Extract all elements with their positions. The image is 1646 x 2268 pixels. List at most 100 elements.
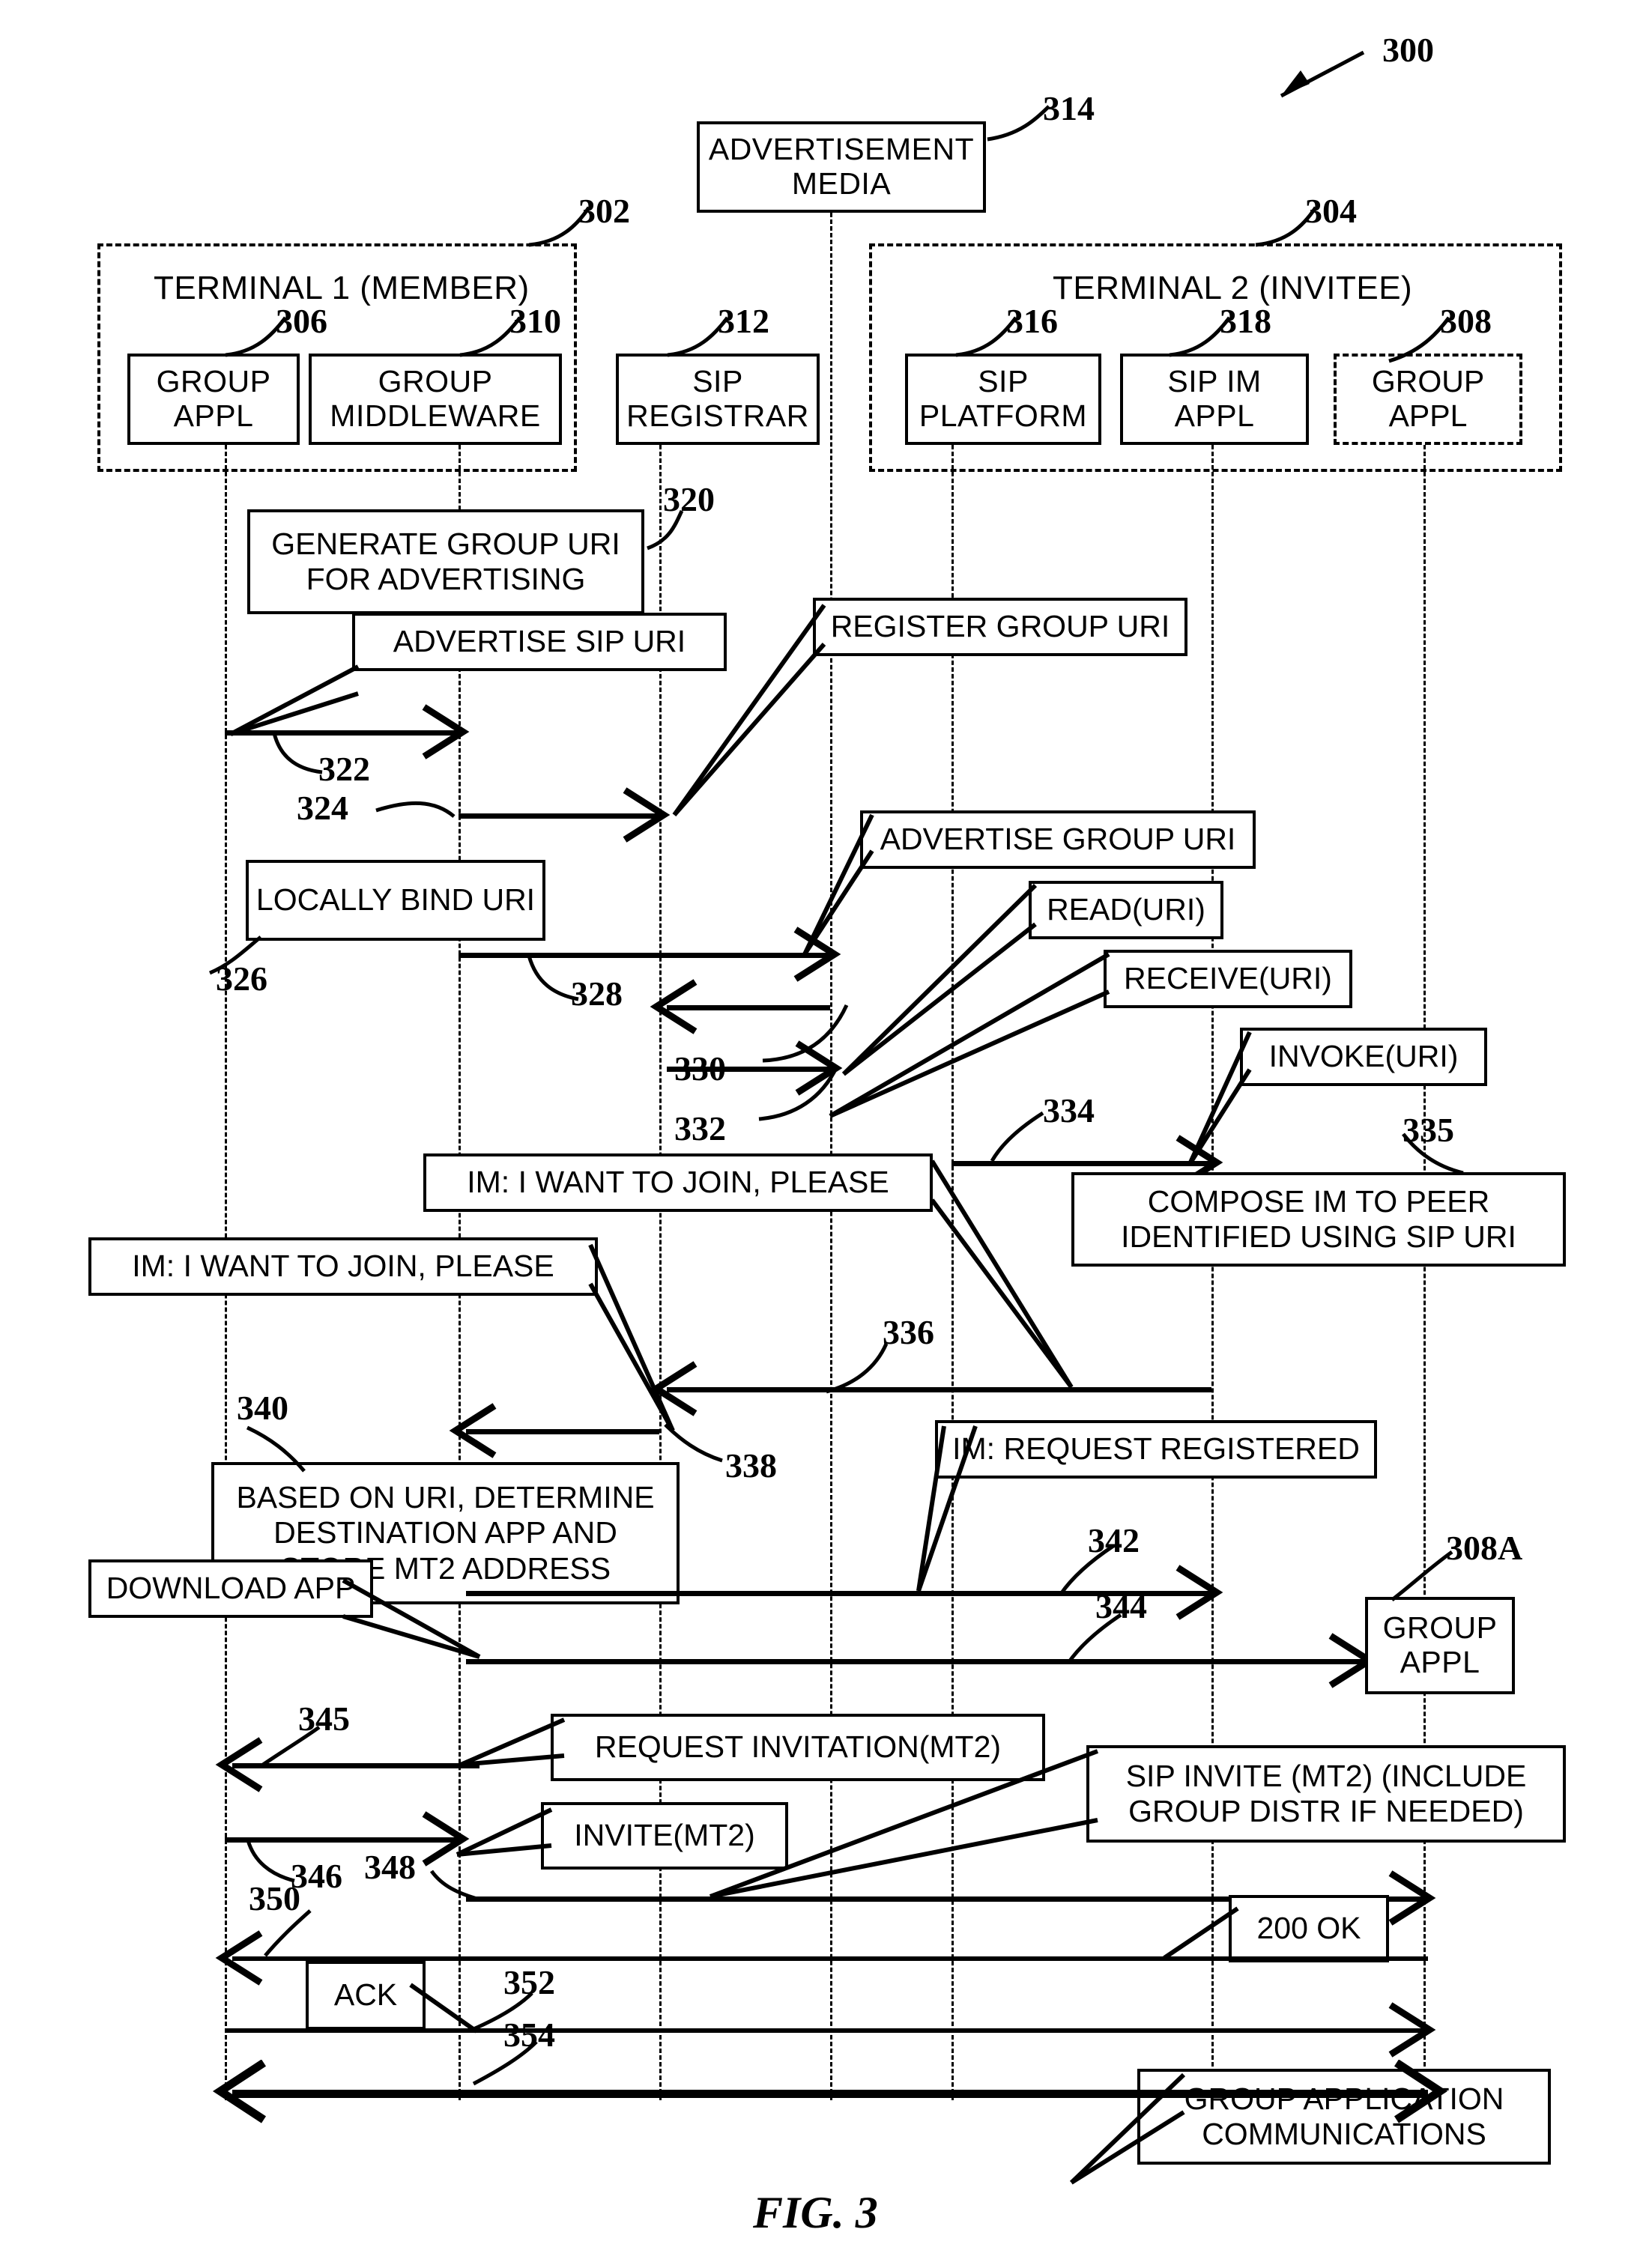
note-340-line2: DESTINATION APP AND bbox=[273, 1515, 617, 1550]
advertise-group-uri-label: ADVERTISE GROUP URI bbox=[880, 822, 1236, 857]
ref-306: 306 bbox=[276, 302, 327, 340]
lifeline-head-group-appl-306: GROUP APPL bbox=[127, 354, 300, 445]
ok-200-label: 200 OK bbox=[1256, 1911, 1361, 1946]
register-group-uri-label: REGISTER GROUP URI bbox=[830, 609, 1170, 644]
ack-label: ACK bbox=[333, 1977, 398, 2013]
ref-302: 302 bbox=[578, 192, 630, 230]
arrow-352-head bbox=[1388, 2002, 1436, 2058]
arrow-336-line bbox=[667, 1387, 1211, 1392]
arrow-338-head bbox=[449, 1403, 497, 1458]
group-appl-308-line1: GROUP bbox=[1371, 364, 1485, 399]
arrow-328-line bbox=[459, 953, 830, 958]
invoke-uri-label: INVOKE(URI) bbox=[1268, 1039, 1459, 1074]
lead-line-348 bbox=[429, 1870, 480, 1902]
ref-310: 310 bbox=[509, 302, 561, 340]
ref-316: 316 bbox=[1006, 302, 1058, 340]
leader-336 bbox=[930, 1159, 1074, 1389]
ref-352: 352 bbox=[503, 1963, 555, 2001]
lifeline-head-group-appl-308: GROUP APPL bbox=[1334, 354, 1522, 445]
lead-line-340 bbox=[246, 1425, 306, 1473]
sip-im-appl-line2: APPL bbox=[1174, 398, 1255, 433]
callout-im-join-2: IM: I WANT TO JOIN, PLEASE bbox=[88, 1237, 598, 1296]
group-appl-306-line2: APPL bbox=[173, 398, 254, 433]
ref-350: 350 bbox=[249, 1879, 300, 1917]
ref-322: 322 bbox=[318, 750, 370, 788]
ref-324: 324 bbox=[297, 789, 348, 827]
ref-328: 328 bbox=[571, 974, 623, 1013]
sip-platform-line2: PLATFORM bbox=[919, 398, 1088, 433]
leader-350 bbox=[1163, 1906, 1239, 1960]
ref-308: 308 bbox=[1440, 302, 1492, 340]
ref-342: 342 bbox=[1088, 1521, 1140, 1559]
lifeline-308 bbox=[1423, 445, 1426, 2100]
callout-read-uri: READ(URI) bbox=[1029, 881, 1223, 939]
im-request-registered-label: IM: REQUEST REGISTERED bbox=[952, 1431, 1360, 1467]
leader-345 bbox=[459, 1717, 566, 1767]
im-join-1-label: IM: I WANT TO JOIN, PLEASE bbox=[467, 1165, 889, 1200]
ref-344: 344 bbox=[1095, 1587, 1147, 1625]
ref-334: 334 bbox=[1043, 1091, 1095, 1130]
sip-platform-line1: SIP bbox=[978, 364, 1029, 399]
arrow-344-line bbox=[466, 1659, 1365, 1664]
advertisement-media-box: ADVERTISEMENT MEDIA bbox=[697, 121, 986, 213]
group-appl-308a-line1: GROUP bbox=[1382, 1610, 1498, 1646]
leader-344 bbox=[342, 1578, 481, 1659]
callout-200-ok: 200 OK bbox=[1229, 1895, 1389, 1962]
ref-336: 336 bbox=[883, 1313, 934, 1351]
arrow-342-head bbox=[1176, 1565, 1223, 1620]
ref-304: 304 bbox=[1305, 192, 1357, 230]
ref-335: 335 bbox=[1403, 1111, 1454, 1149]
group-middleware-line1: GROUP bbox=[378, 364, 493, 399]
sip-im-appl-line1: SIP IM bbox=[1167, 364, 1262, 399]
group-appl-308-line2: APPL bbox=[1388, 398, 1468, 433]
leader-348 bbox=[709, 1749, 1099, 1899]
leader-354 bbox=[1069, 2073, 1186, 2185]
figure-canvas: 300 ADVERTISEMENT MEDIA 314 TERMINAL 1 (… bbox=[0, 0, 1646, 2268]
ref-318: 318 bbox=[1220, 302, 1271, 340]
arrow-324-head bbox=[623, 787, 671, 843]
note-326-line1: LOCALLY BIND URI bbox=[255, 882, 536, 918]
leader-338 bbox=[588, 1243, 675, 1432]
ref-320: 320 bbox=[663, 480, 715, 518]
arrow-354-line bbox=[232, 2090, 1428, 2098]
read-uri-label: READ(URI) bbox=[1047, 892, 1205, 927]
arrow-348-head bbox=[1388, 1870, 1436, 1926]
lifeline-head-sip-registrar-312: SIP REGISTRAR bbox=[616, 354, 820, 445]
arrow-346-head bbox=[422, 1811, 470, 1867]
callout-im-request-registered: IM: REQUEST REGISTERED bbox=[935, 1420, 1377, 1479]
sip-registrar-line2: REGISTRAR bbox=[626, 398, 809, 433]
leader-342 bbox=[916, 1425, 978, 1592]
callout-sip-invite: SIP INVITE (MT2) (INCLUDE GROUP DISTR IF… bbox=[1086, 1745, 1566, 1843]
download-app-label: DOWNLOAD APP bbox=[106, 1571, 356, 1606]
note-335-line2: IDENTIFIED USING SIP URI bbox=[1121, 1219, 1516, 1254]
note-locally-bind-uri: LOCALLY BIND URI bbox=[246, 860, 545, 941]
arrow-352-line bbox=[225, 2028, 1423, 2033]
ref-308A: 308A bbox=[1446, 1529, 1523, 1567]
callout-advertise-group-uri: ADVERTISE GROUP URI bbox=[860, 810, 1256, 869]
lifeline-head-sip-im-appl-318: SIP IM APPL bbox=[1120, 354, 1309, 445]
note-320-line2: FOR ADVERTISING bbox=[306, 562, 586, 596]
arrow-354-head-left bbox=[212, 2060, 267, 2123]
lifeline-318 bbox=[1211, 445, 1214, 2100]
group-appl-308a-line2: APPL bbox=[1400, 1645, 1480, 1679]
callout-receive-uri: RECEIVE(URI) bbox=[1104, 950, 1352, 1008]
ref-348: 348 bbox=[364, 1848, 416, 1886]
ref-314: 314 bbox=[1043, 89, 1095, 127]
ref-332: 332 bbox=[674, 1109, 726, 1147]
lead-line-332 bbox=[758, 1065, 839, 1121]
note-340-line1: BASED ON URI, DETERMINE bbox=[236, 1480, 655, 1515]
figure-caption: FIG. 3 bbox=[753, 2188, 878, 2237]
note-compose-im-to-peer: COMPOSE IM TO PEER IDENTIFIED USING SIP … bbox=[1071, 1172, 1566, 1267]
arrow-354-head-right bbox=[1394, 2060, 1448, 2123]
group-appl-306-line1: GROUP bbox=[156, 364, 271, 399]
lifeline-head-group-middleware-310: GROUP MIDDLEWARE bbox=[309, 354, 562, 445]
callout-register-group-uri: REGISTER GROUP URI bbox=[813, 598, 1187, 656]
note-320-line1: GENERATE GROUP URI bbox=[271, 526, 620, 561]
terminal1-title: TERMINAL 1 (MEMBER) bbox=[154, 270, 530, 306]
sip-registrar-line1: SIP bbox=[692, 364, 743, 399]
arrow-330-head bbox=[650, 979, 698, 1034]
sip-invite-line2: GROUP DISTR IF NEEDED) bbox=[1128, 1794, 1524, 1828]
sip-invite-line1: SIP INVITE (MT2) (INCLUDE bbox=[1125, 1758, 1527, 1793]
note-335-line1: COMPOSE IM TO PEER bbox=[1147, 1183, 1490, 1219]
group-appl-308a-box: GROUP APPL bbox=[1365, 1597, 1515, 1694]
